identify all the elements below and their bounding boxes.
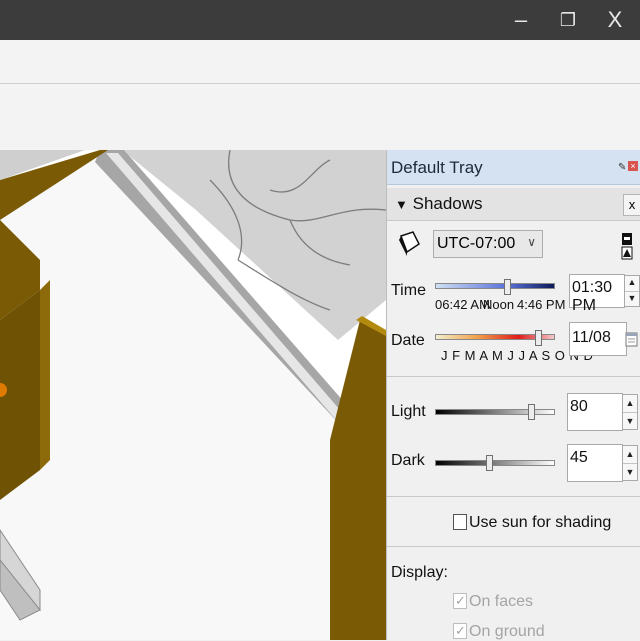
light-slider-thumb[interactable] [528,404,535,420]
display-label: Display: [391,564,448,581]
shadows-panel-header[interactable]: ▼ Shadows x [387,188,640,221]
light-label: Light [391,403,426,420]
light-slider[interactable] [435,409,555,415]
window-titlebar: – ❐ X [0,0,640,40]
model-viewport[interactable] [0,150,386,640]
shadow-toggle-icon[interactable] [397,230,421,258]
menu-bar [0,40,640,84]
on-faces-label: On faces [469,593,534,610]
dark-slider[interactable] [435,460,555,466]
calendar-icon[interactable] [625,331,639,347]
use-sun-label: Use sun for shading [469,514,612,531]
pin-icon[interactable]: ✎ [618,162,626,173]
collapse-icon: ▼ [395,197,408,212]
shadows-panel-title: ▼ Shadows [395,194,483,214]
on-ground-checkbox[interactable]: ✓ [453,623,467,639]
minimize-button[interactable]: – [498,0,544,40]
time-input[interactable]: 01:30 PM [569,274,625,314]
use-sun-checkbox[interactable] [453,514,467,530]
dark-spinner[interactable]: ▲ ▼ [622,445,638,481]
default-tray: Default Tray ✎ × ▼ Shadows x UTC-07:00 ∨… [386,150,640,640]
on-faces-checkbox[interactable]: ✓ [453,593,467,609]
on-ground-label: On ground [469,623,545,640]
date-value: 11/08 [572,329,611,346]
tray-header: Default Tray ✎ × [387,150,640,185]
dark-label: Dark [391,452,425,469]
wall-face [0,290,40,500]
tray-title: Default Tray [391,158,483,177]
time-noon-tick: Noon [483,297,515,312]
time-slider-thumb[interactable] [504,279,511,295]
wood-wall-right [330,320,386,640]
date-label: Date [391,332,425,349]
panel-toggle-icon[interactable] [621,232,633,260]
panel-close-button[interactable]: x [623,194,640,216]
shadows-title-text: Shadows [412,194,483,213]
separator [387,546,640,547]
time-sunrise-tick: 06:42 AM [435,297,490,312]
restore-button[interactable]: ❐ [545,0,591,40]
dark-slider-thumb[interactable] [486,455,493,471]
time-sunset-tick: 4:46 PM [517,297,566,312]
time-spinner[interactable]: ▲ ▼ [624,275,640,307]
date-slider-thumb[interactable] [535,330,543,346]
tray-close-button[interactable]: × [628,161,638,171]
close-button[interactable]: X [592,0,638,40]
timezone-select[interactable]: UTC-07:00 ∨ [433,230,543,258]
toolbar [0,84,640,150]
date-input[interactable]: 11/08 [569,322,627,356]
light-input[interactable]: 80 [567,393,623,431]
dark-input[interactable]: 45 [567,444,623,482]
time-label: Time [391,282,426,299]
chevron-down-icon: ∨ [527,235,536,249]
light-spinner[interactable]: ▲ ▼ [622,394,638,430]
time-slider[interactable] [435,283,555,289]
timezone-value: UTC-07:00 [437,235,516,252]
separator [387,376,640,377]
separator [387,496,640,497]
model-scene [0,150,386,640]
wall-edge [40,280,50,470]
